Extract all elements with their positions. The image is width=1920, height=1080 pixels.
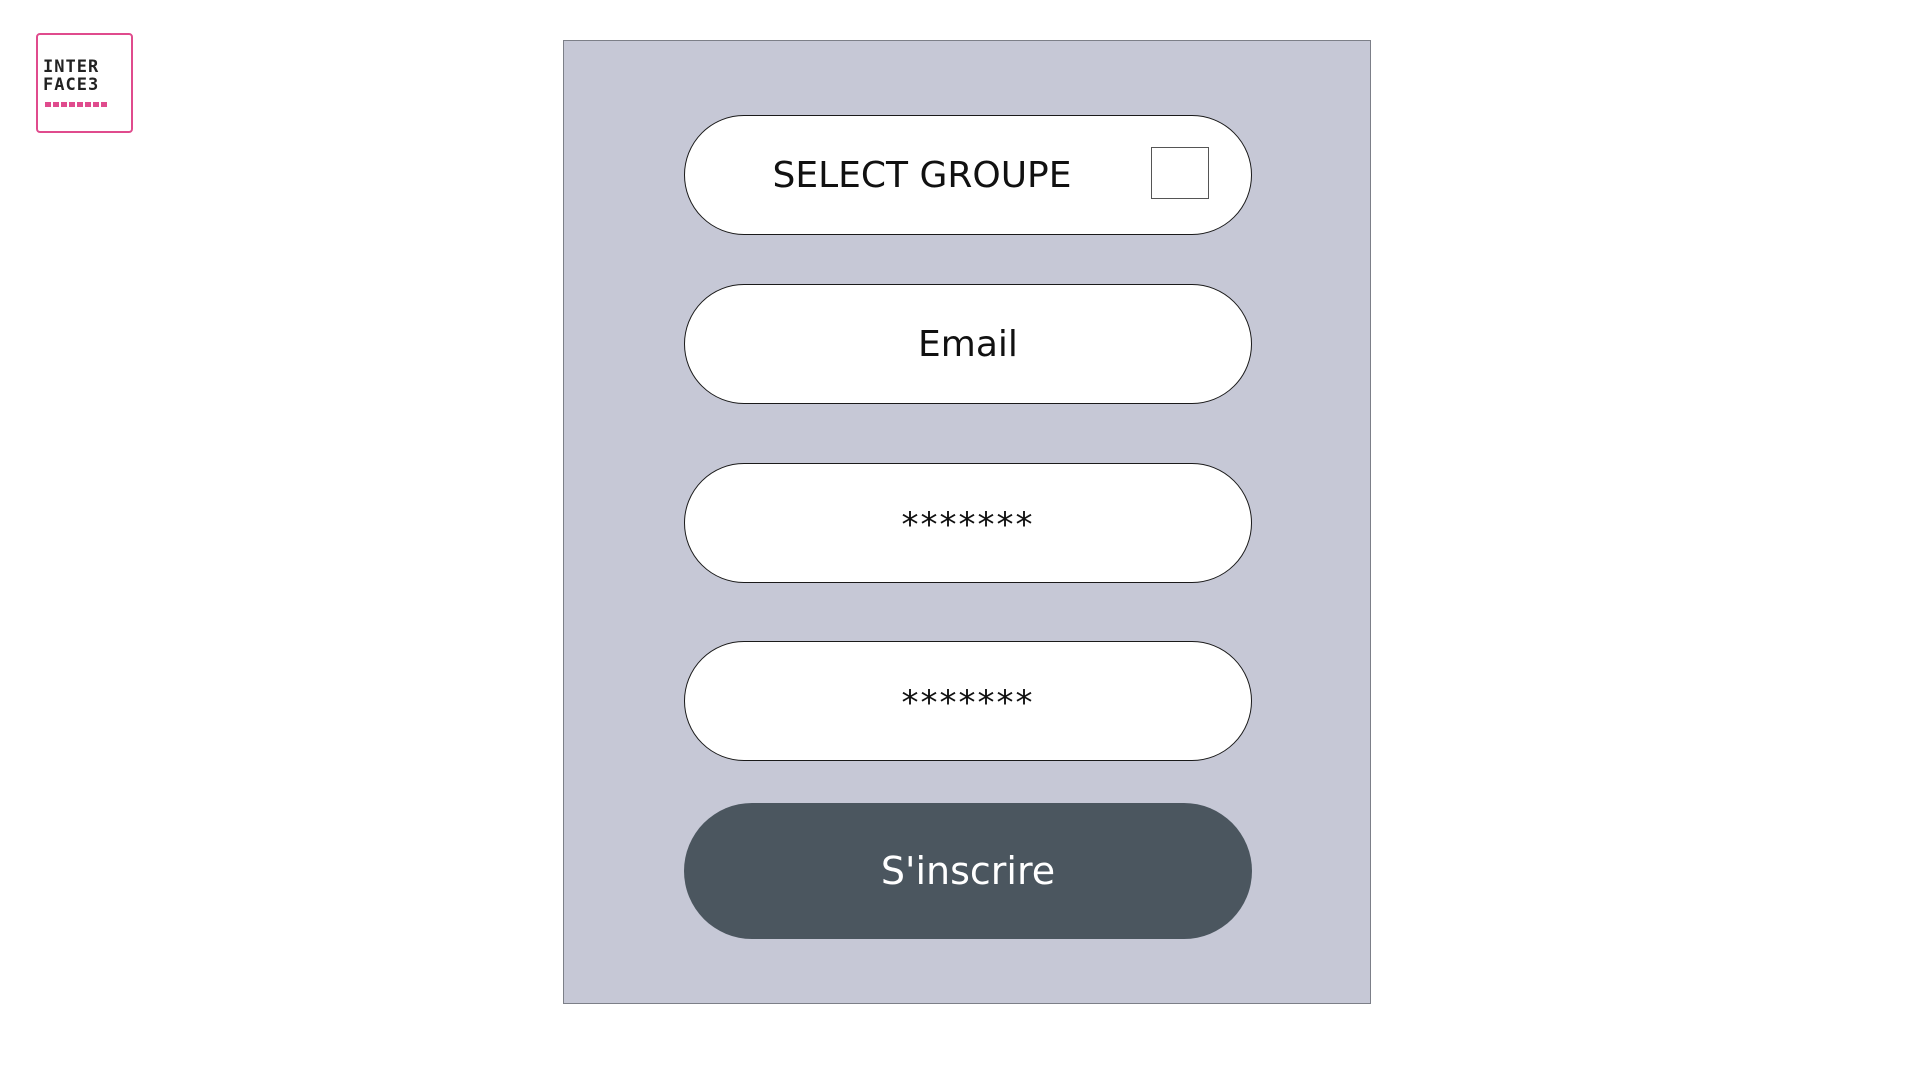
logo-text-line-2: FACE3 <box>43 75 100 95</box>
group-select-checkbox[interactable] <box>1151 147 1209 199</box>
password-confirm-field-text: ******* <box>901 683 1035 723</box>
email-field-text: Email <box>918 323 1018 365</box>
email-field[interactable]: Email <box>684 284 1252 404</box>
signup-button-label: S'inscrire <box>880 849 1056 893</box>
password-field[interactable]: ******* <box>684 463 1252 583</box>
password-field-text: ******* <box>901 505 1035 545</box>
password-confirm-field[interactable]: ******* <box>684 641 1252 761</box>
group-select-field[interactable]: SELECT GROUPE <box>684 115 1252 235</box>
logo-dots-decoration <box>45 102 107 107</box>
group-select-label: SELECT GROUPE <box>772 154 1072 196</box>
registration-form-panel: SELECT GROUPE Email ******* ******* S'in… <box>563 40 1371 1004</box>
signup-button[interactable]: S'inscrire <box>684 803 1252 939</box>
logo-text-line-1: INTER <box>43 57 100 77</box>
interface3-logo: INTER FACE3 <box>36 33 133 133</box>
